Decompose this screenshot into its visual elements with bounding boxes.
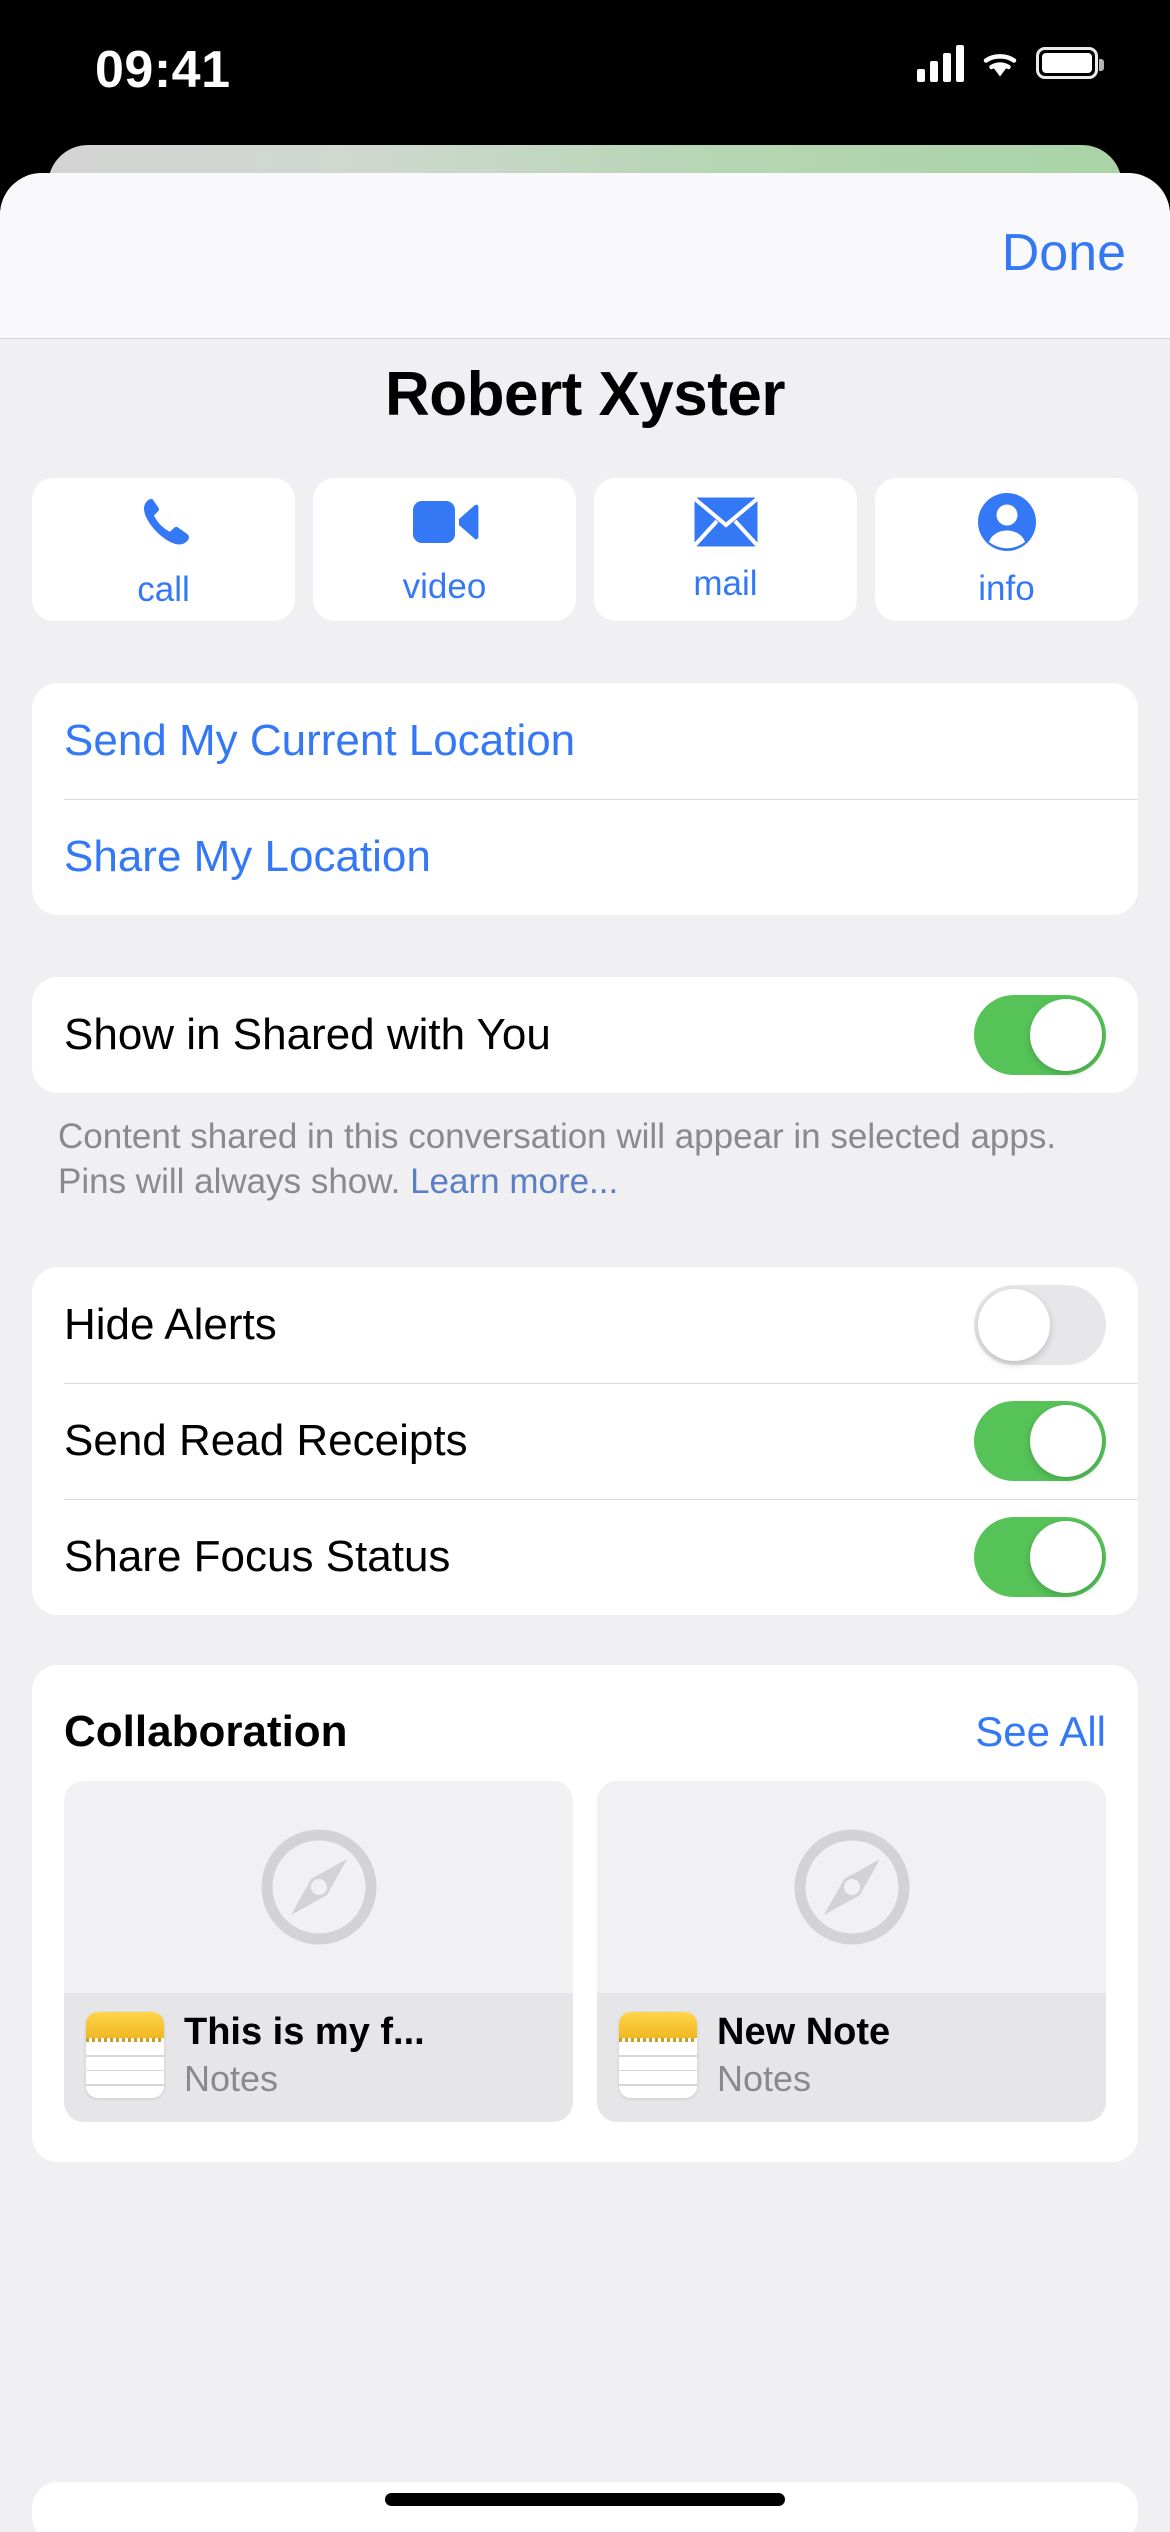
safari-compass-icon	[794, 1829, 909, 1945]
toggle-knob	[1030, 1520, 1102, 1593]
collaboration-item-text: New Note Notes	[717, 2011, 890, 2100]
send-my-current-location-row[interactable]: Send My Current Location	[32, 683, 1138, 799]
show-in-shared-with-you-toggle[interactable]	[974, 995, 1106, 1075]
video-button[interactable]: video	[313, 478, 576, 621]
contact-details-sheet: Done Robert Xyster call video mail info …	[0, 173, 1170, 2532]
video-camera-icon	[412, 500, 478, 543]
safari-compass-icon	[261, 1829, 376, 1945]
phone-icon	[143, 498, 189, 544]
contact-name: Robert Xyster	[384, 360, 786, 429]
collaboration-item-app: Notes	[184, 2057, 279, 2099]
status-bar-indicators	[917, 44, 1104, 82]
collaboration-card: Collaboration See All This is my f... No…	[32, 1664, 1138, 2162]
info-button-label: info	[978, 568, 1035, 608]
hide-alerts-row[interactable]: Hide Alerts	[32, 1267, 1138, 1383]
share-my-location-row[interactable]: Share My Location	[32, 799, 1138, 915]
collaboration-item-name: New Note	[717, 2010, 891, 2053]
wifi-icon	[983, 54, 1017, 77]
envelope-icon	[693, 496, 758, 546]
contact-action-row: call video mail info	[0, 478, 1170, 621]
sheet-navigation-bar: Done	[0, 173, 1170, 339]
status-bar-time: 09:41	[95, 41, 231, 99]
toggle-knob	[1030, 1404, 1102, 1477]
send-read-receipts-label: Send Read Receipts	[64, 1415, 468, 1465]
next-section-peek	[32, 2482, 1138, 2532]
mail-button[interactable]: mail	[594, 478, 857, 621]
battery-icon	[1036, 47, 1104, 79]
signal-bars-icon	[917, 44, 964, 82]
collaboration-header: Collaboration See All	[32, 1665, 1138, 1767]
show-in-shared-with-you-label: Show in Shared with You	[64, 1010, 551, 1059]
location-card: Send My Current Location Share My Locati…	[32, 683, 1138, 915]
send-my-current-location-label: Send My Current Location	[64, 716, 576, 765]
shared-with-you-card: Show in Shared with You	[32, 977, 1138, 1093]
collaboration-item-text: This is my f... Notes	[184, 2011, 425, 2100]
done-button[interactable]: Done	[1002, 223, 1126, 283]
toggle-knob	[1030, 999, 1102, 1071]
share-focus-status-label: Share Focus Status	[64, 1531, 451, 1581]
collaboration-item-meta: This is my f... Notes	[64, 1992, 573, 2122]
mail-button-label: mail	[693, 563, 758, 603]
share-focus-status-toggle[interactable]	[974, 1516, 1106, 1597]
conversation-settings-card: Hide Alerts Send Read Receipts Share Foc…	[32, 1266, 1138, 1615]
call-button[interactable]: call	[32, 478, 295, 621]
collaboration-item-name: This is my f...	[184, 2010, 425, 2053]
person-circle-icon	[977, 492, 1036, 551]
show-in-shared-with-you-row[interactable]: Show in Shared with You	[32, 977, 1138, 1093]
hide-alerts-label: Hide Alerts	[64, 1299, 277, 1349]
send-read-receipts-row[interactable]: Send Read Receipts	[32, 1382, 1138, 1499]
notes-icon	[619, 2012, 697, 2099]
collaboration-thumbnail	[64, 1780, 573, 1993]
shared-with-you-footnote: Content shared in this conversation will…	[58, 1115, 1112, 1205]
collaboration-see-all-button[interactable]: See All	[975, 1708, 1106, 1756]
collaboration-item-app: Notes	[717, 2057, 812, 2099]
learn-more-link[interactable]: Learn more...	[410, 1162, 618, 1201]
collaboration-items: This is my f... Notes New Note Notes	[32, 1767, 1138, 2162]
share-my-location-label: Share My Location	[64, 832, 431, 881]
collaboration-item[interactable]: New Note Notes	[597, 1780, 1106, 2122]
collaboration-thumbnail	[597, 1780, 1106, 1993]
info-button[interactable]: info	[875, 478, 1138, 621]
share-focus-status-row[interactable]: Share Focus Status	[32, 1498, 1138, 1615]
hide-alerts-toggle[interactable]	[974, 1284, 1106, 1365]
iphone-screen: 09:41 Done Robert Xyster call video mail…	[0, 0, 1170, 2532]
collaboration-title: Collaboration	[64, 1706, 348, 1756]
notes-icon	[86, 2012, 164, 2099]
toggle-knob	[978, 1288, 1050, 1361]
home-indicator[interactable]	[385, 2493, 785, 2506]
video-button-label: video	[402, 566, 487, 606]
collaboration-item[interactable]: This is my f... Notes	[64, 1780, 573, 2122]
collaboration-item-meta: New Note Notes	[597, 1992, 1106, 2122]
status-bar: 09:41	[0, 0, 1170, 150]
send-read-receipts-toggle[interactable]	[974, 1400, 1106, 1481]
call-button-label: call	[137, 569, 190, 609]
